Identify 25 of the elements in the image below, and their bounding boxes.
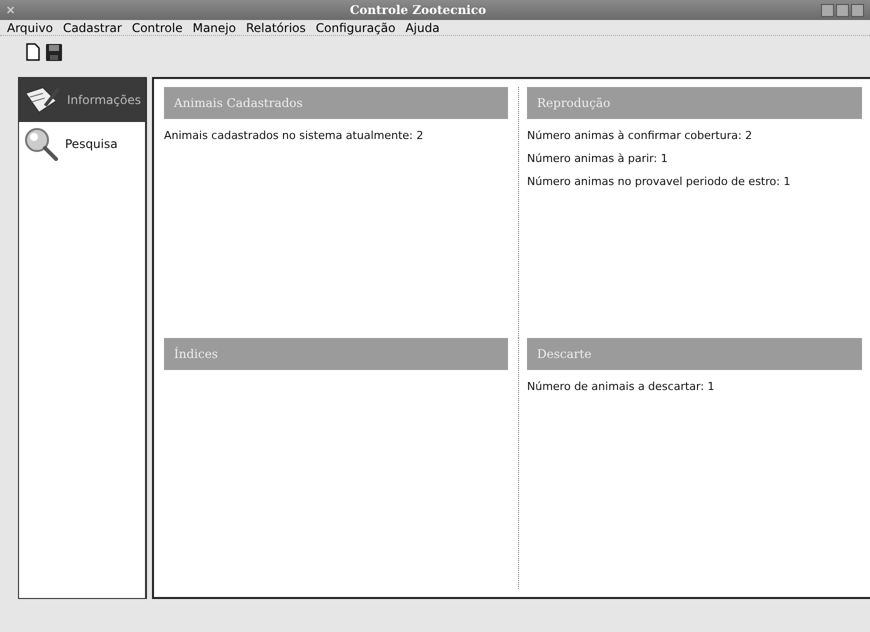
info-text: Animais cadastrados no sistema atualmente: 2 [164, 129, 424, 142]
menu-item[interactable]: Configuração [314, 20, 396, 34]
window-title: Controle Zootecnico [348, 3, 488, 17]
panel-header: Índices [164, 338, 508, 370]
panel-header: Reprodução [527, 87, 862, 119]
menu-item[interactable]: Manejo [192, 20, 237, 34]
panel-header: Animais Cadastrados [164, 87, 508, 119]
menu-item[interactable]: Controle [130, 20, 184, 34]
maximize-button[interactable] [836, 4, 849, 16]
info-text: Número animas à confirmar cobertura: 2 [527, 129, 754, 142]
info-text: Número animas à parir: 1 [527, 152, 669, 165]
menu-item[interactable]: Ajuda [404, 20, 441, 34]
magnifier-icon [23, 126, 59, 162]
info-text: Número animas no provavel periodo de estro: 1 [527, 175, 792, 188]
panel-header: Descarte [527, 338, 862, 370]
close-button[interactable] [851, 4, 864, 16]
sidebar-item[interactable]: Pesquisa [19, 122, 145, 166]
sidebar-item[interactable]: Informações [19, 78, 145, 122]
info-text: Número de animais a descartar: 1 [527, 380, 716, 393]
minimize-button[interactable] [821, 4, 834, 16]
new-file-icon[interactable] [26, 43, 40, 61]
menu-item[interactable]: Arquivo [6, 20, 54, 34]
save-icon[interactable] [46, 44, 62, 60]
menu-item[interactable]: Cadastrar [62, 20, 123, 34]
menu-item[interactable]: Relatórios [244, 20, 307, 34]
